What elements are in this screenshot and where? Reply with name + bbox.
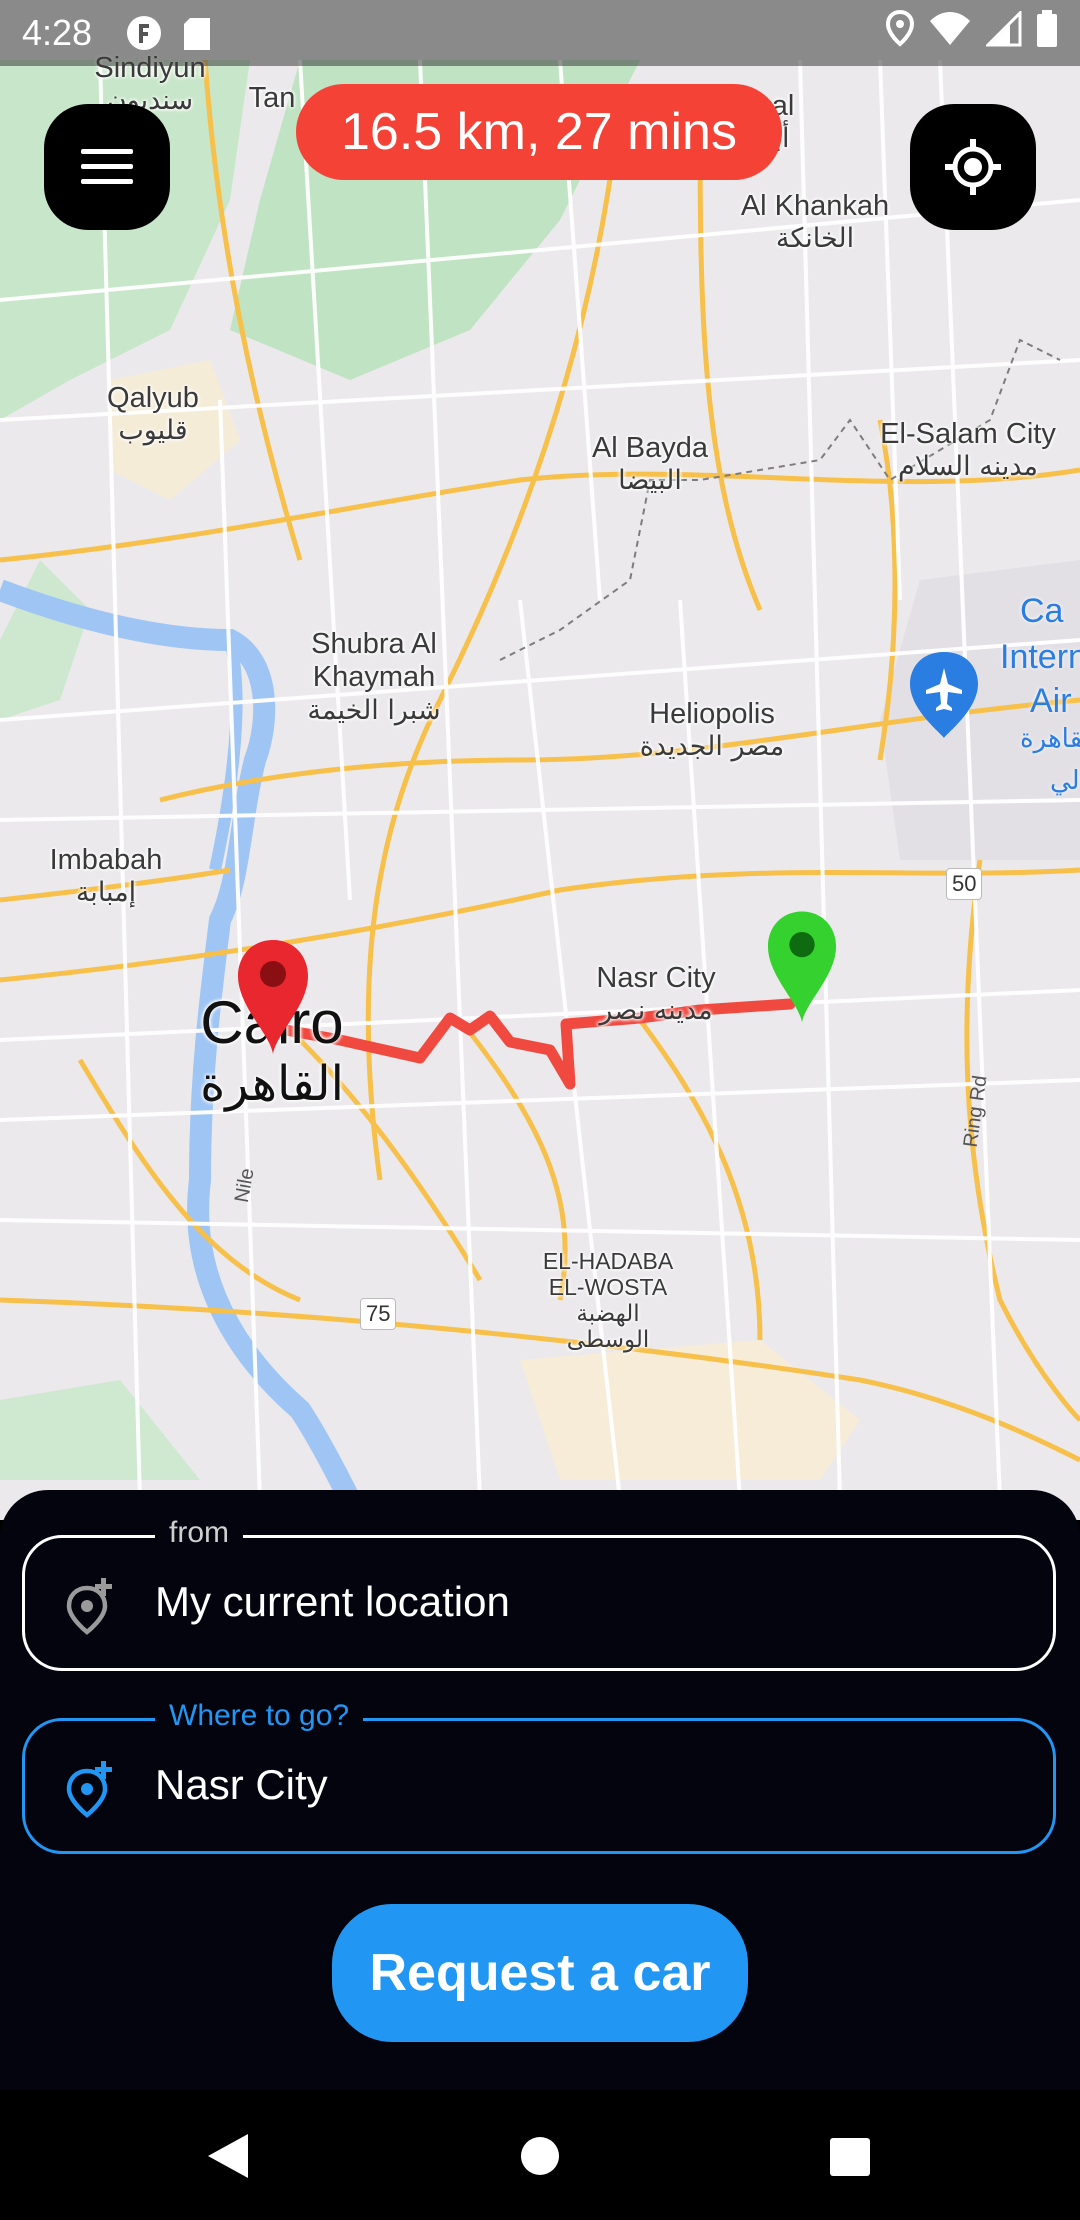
place-label: Qalyub قليوب <box>107 382 199 447</box>
map-view[interactable]: Sindiyunسنديون Tan balأبو Al Khankahالخا… <box>0 0 1080 1520</box>
from-field-label: from <box>155 1516 243 1550</box>
origin-pin-icon[interactable] <box>236 938 310 1056</box>
back-icon[interactable] <box>202 2130 252 2182</box>
menu-button[interactable] <box>44 104 170 230</box>
place-label: Imbabah إمبابة <box>49 844 163 909</box>
add-location-icon <box>66 1578 112 1635</box>
airport-label: Ca <box>1020 592 1064 630</box>
place-label: EL-HADABA EL-WOSTA الهضبة الوسطى <box>542 1248 674 1354</box>
place-label: Tan <box>248 82 296 114</box>
route-summary-badge: 16.5 km, 27 mins <box>296 84 782 180</box>
airport-label: Air <box>1030 682 1072 720</box>
road-shield: 75 <box>360 1298 397 1330</box>
location-icon <box>886 10 914 47</box>
place-label: Al Khankah الخانكة <box>740 190 890 255</box>
place-label: Al Bayda البيضا <box>591 432 709 497</box>
my-location-button[interactable] <box>910 104 1036 230</box>
place-label: El-Salam City مدينه السلام <box>880 418 1056 483</box>
recents-icon[interactable] <box>828 2130 872 2182</box>
signal-icon <box>986 11 1022 47</box>
place-label: Shubra Al Khaymah شبرا الخيمة <box>307 628 441 726</box>
menu-icon <box>81 149 133 184</box>
status-time: 4:28 <box>22 12 93 53</box>
place-label: Heliopolis مصر الجديدة <box>639 698 785 763</box>
from-field-value: My current location <box>155 1578 510 1625</box>
fi-icon <box>127 16 161 50</box>
from-field[interactable]: from My current location <box>22 1516 1056 1671</box>
add-location-icon <box>66 1761 112 1818</box>
sd-card-icon <box>184 18 211 50</box>
destination-field[interactable]: Where to go? Nasr City <box>22 1699 1056 1854</box>
battery-icon <box>1037 10 1057 47</box>
road-shield: 50 <box>946 868 983 900</box>
airport-label: Intern <box>1000 638 1080 676</box>
status-bar: 4:28 <box>0 0 1080 66</box>
airport-label: القاهرة <box>1020 723 1080 753</box>
my-location-icon <box>945 139 1001 195</box>
system-nav-bar <box>0 2090 1080 2220</box>
destination-field-value: Nasr City <box>155 1761 328 1808</box>
airport-label: لي <box>1050 765 1080 795</box>
request-car-button[interactable]: Request a car <box>332 1904 748 2042</box>
destination-pin-icon[interactable] <box>766 908 838 1026</box>
destination-field-label: Where to go? <box>155 1699 364 1733</box>
wifi-icon <box>930 12 970 45</box>
home-icon[interactable] <box>520 2130 560 2182</box>
place-label: Nasr City مدينه نصر <box>596 962 716 1027</box>
